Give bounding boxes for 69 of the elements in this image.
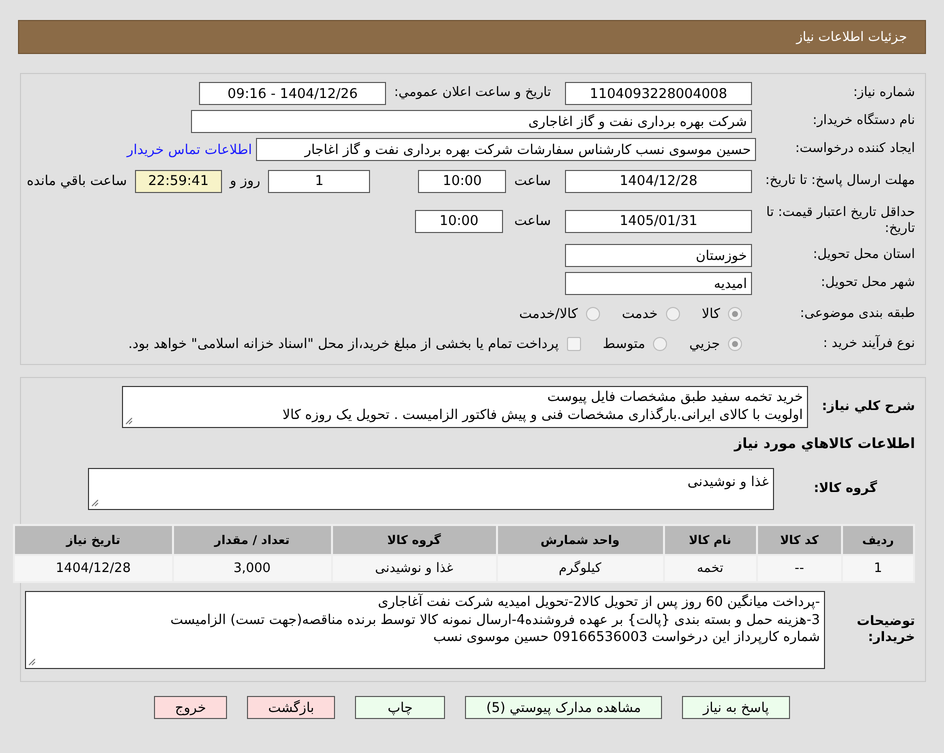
province-field: خوزستان: [565, 244, 752, 267]
resize-grip-icon[interactable]: [28, 658, 36, 666]
field-label: شهر محل تحویل:: [820, 275, 915, 292]
option-label: خدمت: [622, 306, 658, 322]
option-label: پرداخت تمام یا بخشی از مبلغ خرید،از محل "اسناد خزانه اسلامی" خواهد بود.: [128, 336, 559, 352]
page-header: جزئیات اطلاعات نیاز: [18, 20, 926, 54]
column-header: واحد شمارش: [496, 525, 664, 555]
description-textarea[interactable]: خرید تخمه سفید طبق مشخصات فایل پیوست اولویت با کالای ایرانی.بارگذاری مشخصات فنی و پیش فاکتور الزامیست . تحویل یک روزه کالا: [122, 386, 808, 428]
goods-group-textarea[interactable]: غذا و نوشیدنی: [88, 468, 774, 510]
table-cell: 3,000: [172, 555, 332, 582]
table-cell: کیلوگرم: [496, 555, 664, 582]
radio-button[interactable]: [666, 307, 680, 321]
column-header: نام کالا: [664, 525, 757, 555]
exit-button[interactable]: خروج: [154, 696, 228, 719]
buyer-notes-textarea[interactable]: -پرداخت میانگین 60 روز پس از تحویل کالا2-تحویل امیدیه شرکت نفت آغاجاری 3-هزینه حمل و بسته بندی {پالت} بر عهده فروشنده4-ارسال نمونه کالا توسط برنده مناقصه(جهت تست) الزامیست شماره کارپرداز این درخواست 09166536003 حسین موسوی نسب: [25, 591, 825, 669]
column-header: کد کالا: [756, 525, 842, 555]
table-cell: غذا و نوشیدنی: [332, 555, 497, 582]
exit-button[interactable]: بازگشت: [247, 696, 336, 719]
reply-date-field: 1404/12/28: [565, 170, 752, 192]
option-label: جزيي: [689, 336, 720, 352]
city-field: امیدیه: [565, 272, 752, 295]
buyer-org-field: شرکت بهره برداری نفت و گاز اغاجاری: [191, 110, 752, 133]
checkbox[interactable]: [566, 337, 581, 351]
field-label: گروه کالا:: [814, 480, 877, 498]
option-label: کالا: [702, 306, 720, 322]
field-label: مهلت ارسال پاسخ: تا تاریخ:: [764, 172, 915, 190]
section-title: اطلاعات کالاهاي مورد نیاز: [732, 436, 915, 452]
reply-time-field: 10:00: [418, 170, 506, 192]
action-button[interactable]: مشاهده مدارک پیوستي (5): [465, 696, 662, 719]
validity-time-field: 10:00: [415, 210, 503, 232]
resize-grip-icon[interactable]: [124, 417, 133, 425]
validity-date-field: 1405/01/31: [565, 210, 752, 232]
buyer-contact-link[interactable]: اطلاعات تماس خریدار: [126, 142, 252, 158]
radio-button[interactable]: [728, 337, 742, 351]
radio-button[interactable]: [653, 337, 668, 351]
remaining-time-field: 22:59:41: [134, 170, 222, 192]
column-header: گروه کالا: [332, 525, 497, 555]
table-cell: 1404/12/28: [14, 555, 173, 582]
action-button[interactable]: پاسخ به نیاز: [682, 696, 790, 719]
radio-button[interactable]: [586, 307, 600, 321]
radio-button[interactable]: [728, 307, 742, 321]
requester-field: حسین موسوی نسب کارشناس سفارشات شرکت بهره برداری نفت و گاز اغاجار: [256, 138, 756, 161]
field-label: نام دستگاه خریدار:: [812, 113, 915, 130]
resize-grip-icon[interactable]: [90, 499, 99, 507]
announce-date-field: 1404/12/26 - 09:16: [199, 82, 386, 105]
field-label: استان محل تحویل:: [812, 247, 915, 264]
field-label: طبقه بندی موضوعی:: [798, 306, 915, 322]
field-label: شماره نیاز:: [852, 85, 915, 102]
column-header: تاریخ نیاز: [14, 525, 173, 555]
option-label: متوسط: [602, 336, 646, 352]
field-label: ایجاد کننده درخواست:: [794, 141, 915, 158]
need-number-field: 1104093228004008: [565, 82, 752, 105]
field-label: شرح کلي نیاز:: [822, 398, 915, 416]
field-label: حداقل تاریخ اعتبار قیمت: تا تاریخ:: [765, 204, 915, 238]
table-cell: 1: [842, 555, 914, 582]
column-header: ردیف: [842, 525, 914, 555]
action-button[interactable]: چاپ: [355, 696, 446, 719]
table-cell: --: [756, 555, 842, 582]
days-field: 1: [268, 170, 370, 192]
field-label: ساعت: [514, 173, 551, 189]
column-header: تعداد / مقدار: [172, 525, 332, 555]
field-label: روز و: [230, 173, 260, 189]
field-label: نوع فرآیند خرید :: [822, 336, 915, 352]
field-label: توضیحات خریدار:: [856, 614, 915, 646]
table-cell: تخمه: [664, 555, 757, 582]
field-label: ساعت: [513, 213, 551, 229]
option-label: کالا/خدمت: [519, 306, 578, 322]
field-label: تاریخ و ساعت اعلان عمومي:: [394, 85, 551, 102]
field-label: ساعت باقي مانده: [26, 173, 127, 189]
